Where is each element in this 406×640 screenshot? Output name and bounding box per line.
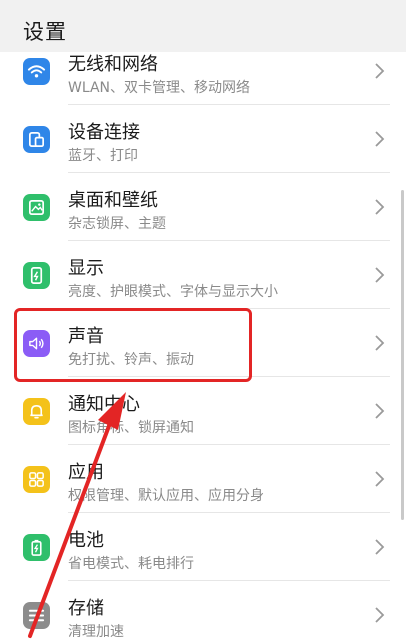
settings-item-notification-center[interactable]: 通知中心 图标角标、锁屏通知 xyxy=(0,377,406,445)
item-subtitle: 杂志锁屏、主题 xyxy=(68,216,166,232)
chevron-right-icon xyxy=(375,63,385,79)
chevron-right-icon xyxy=(375,607,385,623)
battery-icon xyxy=(23,534,50,561)
settings-item-apps[interactable]: 应用 权限管理、默认应用、应用分身 xyxy=(0,445,406,513)
item-title: 声音 xyxy=(68,326,104,347)
wifi-icon xyxy=(23,58,50,85)
storage-icon xyxy=(23,602,50,629)
settings-item-home-wallpaper[interactable]: 桌面和壁纸 杂志锁屏、主题 xyxy=(0,173,406,241)
item-title: 存储 xyxy=(68,598,104,619)
chevron-right-icon xyxy=(375,403,385,419)
item-title: 电池 xyxy=(68,530,104,551)
header-bar: 设置 xyxy=(0,0,406,52)
item-title: 桌面和壁纸 xyxy=(68,190,158,211)
wallpaper-icon xyxy=(23,194,50,221)
item-subtitle: WLAN、双卡管理、移动网络 xyxy=(68,80,251,96)
chevron-right-icon xyxy=(375,199,385,215)
chevron-right-icon xyxy=(375,131,385,147)
device-connect-icon xyxy=(23,126,50,153)
chevron-right-icon xyxy=(375,267,385,283)
item-subtitle: 省电模式、耗电排行 xyxy=(68,556,194,572)
apps-icon xyxy=(23,466,50,493)
settings-list[interactable]: 无线和网络 WLAN、双卡管理、移动网络 设备连接 蓝牙、打印 桌面和壁纸 杂志… xyxy=(0,52,406,640)
chevron-right-icon xyxy=(375,471,385,487)
item-subtitle: 图标角标、锁屏通知 xyxy=(68,420,194,436)
item-title: 无线和网络 xyxy=(68,54,158,75)
chevron-right-icon xyxy=(375,335,385,351)
settings-item-wireless-network[interactable]: 无线和网络 WLAN、双卡管理、移动网络 xyxy=(0,52,406,105)
settings-item-sound[interactable]: 声音 免打扰、铃声、振动 xyxy=(0,309,406,377)
bell-icon xyxy=(23,398,50,425)
item-subtitle: 亮度、护眼模式、字体与显示大小 xyxy=(68,284,278,300)
item-subtitle: 免打扰、铃声、振动 xyxy=(68,352,194,368)
settings-item-battery[interactable]: 电池 省电模式、耗电排行 xyxy=(0,513,406,581)
item-title: 应用 xyxy=(68,462,104,483)
scrollbar[interactable] xyxy=(401,190,404,520)
settings-item-storage[interactable]: 存储 清理加速 xyxy=(0,581,406,640)
item-subtitle: 清理加速 xyxy=(68,624,124,640)
settings-item-display[interactable]: 显示 亮度、护眼模式、字体与显示大小 xyxy=(0,241,406,309)
item-title: 设备连接 xyxy=(68,122,140,143)
display-icon xyxy=(23,262,50,289)
chevron-right-icon xyxy=(375,539,385,555)
item-subtitle: 权限管理、默认应用、应用分身 xyxy=(68,488,264,504)
page-title: 设置 xyxy=(23,20,67,44)
settings-item-device-connection[interactable]: 设备连接 蓝牙、打印 xyxy=(0,105,406,173)
item-title: 通知中心 xyxy=(68,394,140,415)
sound-icon xyxy=(23,330,50,357)
item-subtitle: 蓝牙、打印 xyxy=(68,148,138,164)
item-title: 显示 xyxy=(68,258,104,279)
